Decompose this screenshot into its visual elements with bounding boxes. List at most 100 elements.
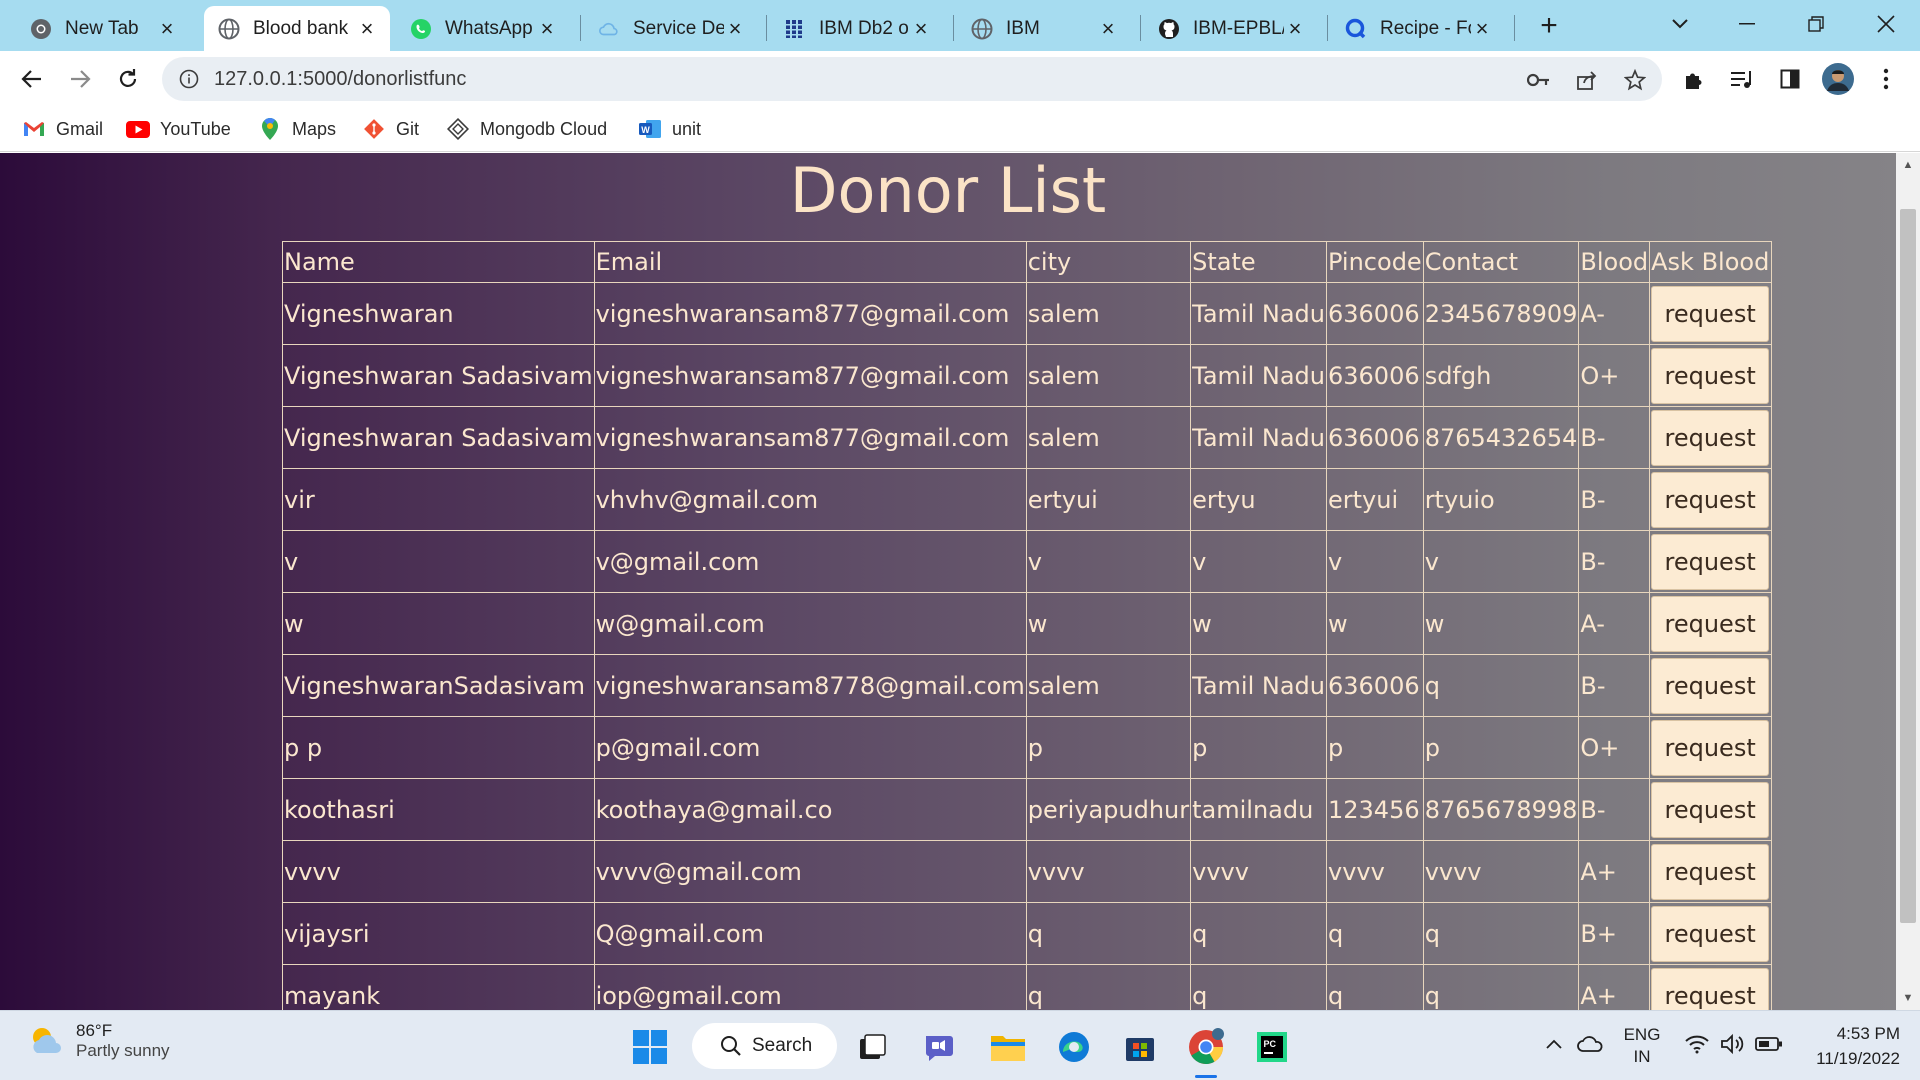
show-hidden-icons-chevron-icon[interactable] [1540,1029,1568,1059]
donor-email-cell: vigneshwaransam877@gmail.com [593,406,1027,469]
bookmark-star-icon[interactable] [1622,67,1648,93]
bookmark-gmail[interactable]: Gmail [22,115,103,143]
minimize-button[interactable] [1727,6,1767,42]
scroll-down-arrow-icon[interactable]: ▼ [1896,986,1920,1010]
donor-contact-cell: sdfgh [1422,344,1580,407]
donor-city-cell: salem [1025,406,1192,469]
chrome-taskbar-icon[interactable] [1184,1025,1228,1069]
donor-table-body: Vigneshwaran vigneshwaransam877@gmail.com… [282,282,1773,1010]
table-row: vijaysri Q@gmail.com q q q q B+ request [282,902,1773,965]
tab-blood-bank[interactable]: Blood bank × [204,6,390,51]
search-label: Search [752,1035,813,1056]
bookmark-youtube[interactable]: YouTube [126,115,231,143]
close-icon[interactable]: × [1097,16,1119,41]
new-tab-button[interactable]: + [1534,9,1564,42]
request-button[interactable]: request [1651,471,1770,528]
close-icon[interactable]: × [724,16,746,41]
donor-city-cell: salem [1025,344,1192,407]
tab-ibm-db2[interactable]: IBM Db2 or × [770,6,944,51]
start-button[interactable] [628,1025,672,1069]
bookmark-mongodb-cloud[interactable]: Mongodb Cloud [446,115,607,143]
tab-service-details[interactable]: Service Det × [584,6,758,51]
page-title: Donor List [789,154,1107,227]
donor-blood-cell: A- [1578,592,1651,655]
bookmark-git[interactable]: Git [362,115,419,143]
restore-button[interactable] [1796,6,1836,42]
edge-icon[interactable] [1052,1025,1096,1069]
windows-taskbar: 86°F Partly sunny Search PC ENG IN 4:53 … [0,1010,1920,1080]
close-icon[interactable]: × [1284,16,1306,41]
bookmarks-bar: Gmail YouTube Maps Git Mongodb Cloud W u… [0,107,1920,152]
request-button[interactable]: request [1651,409,1770,466]
task-view-icon[interactable] [850,1025,894,1069]
file-explorer-icon[interactable] [986,1025,1030,1069]
tab-whatsapp[interactable]: WhatsApp × [396,6,570,51]
donor-name-cell: vir [282,468,595,531]
menu-icon[interactable] [1868,61,1904,97]
globe-icon [218,18,240,40]
request-button[interactable]: request [1651,719,1770,776]
column-header: Ask Blood [1649,241,1773,283]
page-scrollbar[interactable]: ▲ ▼ [1896,153,1920,1010]
donor-city-cell: periyapudhur [1025,778,1192,841]
ibm-db2-icon [784,18,806,40]
share-icon[interactable] [1574,67,1600,93]
onedrive-cloud-icon[interactable] [1576,1029,1606,1059]
donor-table: Name Email city State Pincode Contact Bl… [282,241,1773,1010]
column-header: Name [282,241,595,283]
tab-search-button[interactable] [1660,6,1700,42]
scroll-thumb[interactable] [1900,209,1916,923]
microsoft-store-icon[interactable] [1118,1025,1162,1069]
teams-chat-icon[interactable] [918,1025,962,1069]
donor-name-cell: w [282,592,595,655]
request-button[interactable]: request [1651,905,1770,962]
side-panel-icon[interactable] [1772,61,1808,97]
close-icon[interactable]: × [536,16,558,41]
request-button[interactable]: request [1651,533,1770,590]
bookmark-maps[interactable]: Maps [258,115,336,143]
pycharm-icon[interactable]: PC [1250,1025,1294,1069]
donor-name-cell: v [282,530,595,593]
language-indicator[interactable]: ENG IN [1620,1023,1664,1069]
taskbar-search[interactable]: Search [692,1023,837,1069]
scroll-up-arrow-icon[interactable]: ▲ [1896,153,1920,177]
close-icon[interactable]: × [910,16,932,41]
donor-contact-cell: vvvv [1422,840,1580,903]
tab-new-tab[interactable]: New Tab × [16,6,190,51]
back-button[interactable] [14,61,50,97]
request-button[interactable]: request [1651,347,1770,404]
request-button[interactable]: request [1651,285,1770,342]
reload-button[interactable] [110,61,146,97]
close-icon[interactable]: × [156,16,178,41]
close-window-button[interactable] [1866,6,1906,42]
taskbar-clock[interactable]: 4:53 PM 11/19/2022 [1800,1021,1900,1071]
request-button[interactable]: request [1651,843,1770,900]
volume-icon[interactable] [1718,1029,1748,1059]
git-icon [362,117,386,141]
profile-avatar[interactable] [1820,61,1856,97]
close-icon[interactable]: × [356,16,378,41]
address-bar[interactable]: 127.0.0.1:5000/donorlistfunc [162,57,1662,101]
extensions-icon[interactable] [1676,61,1712,97]
site-info-icon[interactable] [178,68,200,90]
donor-contact-cell: q [1422,654,1580,717]
battery-icon[interactable] [1754,1029,1784,1059]
media-control-icon[interactable] [1724,61,1760,97]
weather-widget[interactable]: 86°F Partly sunny [28,1021,170,1061]
request-button[interactable]: request [1651,595,1770,652]
tab-ibm[interactable]: IBM × [957,6,1131,51]
bookmark-unit[interactable]: W unit [638,115,701,143]
tab-recipe[interactable]: Recipe - Fo × [1331,6,1505,51]
request-button[interactable]: request [1651,967,1770,1010]
browser-toolbar: 127.0.0.1:5000/donorlistfunc [0,51,1920,107]
donor-pincode-cell: 636006 [1325,654,1424,717]
key-icon[interactable] [1526,67,1552,93]
forward-button[interactable] [62,61,98,97]
close-icon[interactable]: × [1471,16,1493,41]
request-button[interactable]: request [1651,781,1770,838]
request-button[interactable]: request [1651,657,1770,714]
wifi-icon[interactable] [1682,1029,1712,1059]
tab-github[interactable]: IBM-EPBL/I × [1144,6,1318,51]
table-row: vvvv vvvv@gmail.com vvvv vvvv vvvv vvvv A+ requ… [282,840,1773,903]
donor-name-cell: Vigneshwaran [282,282,595,345]
